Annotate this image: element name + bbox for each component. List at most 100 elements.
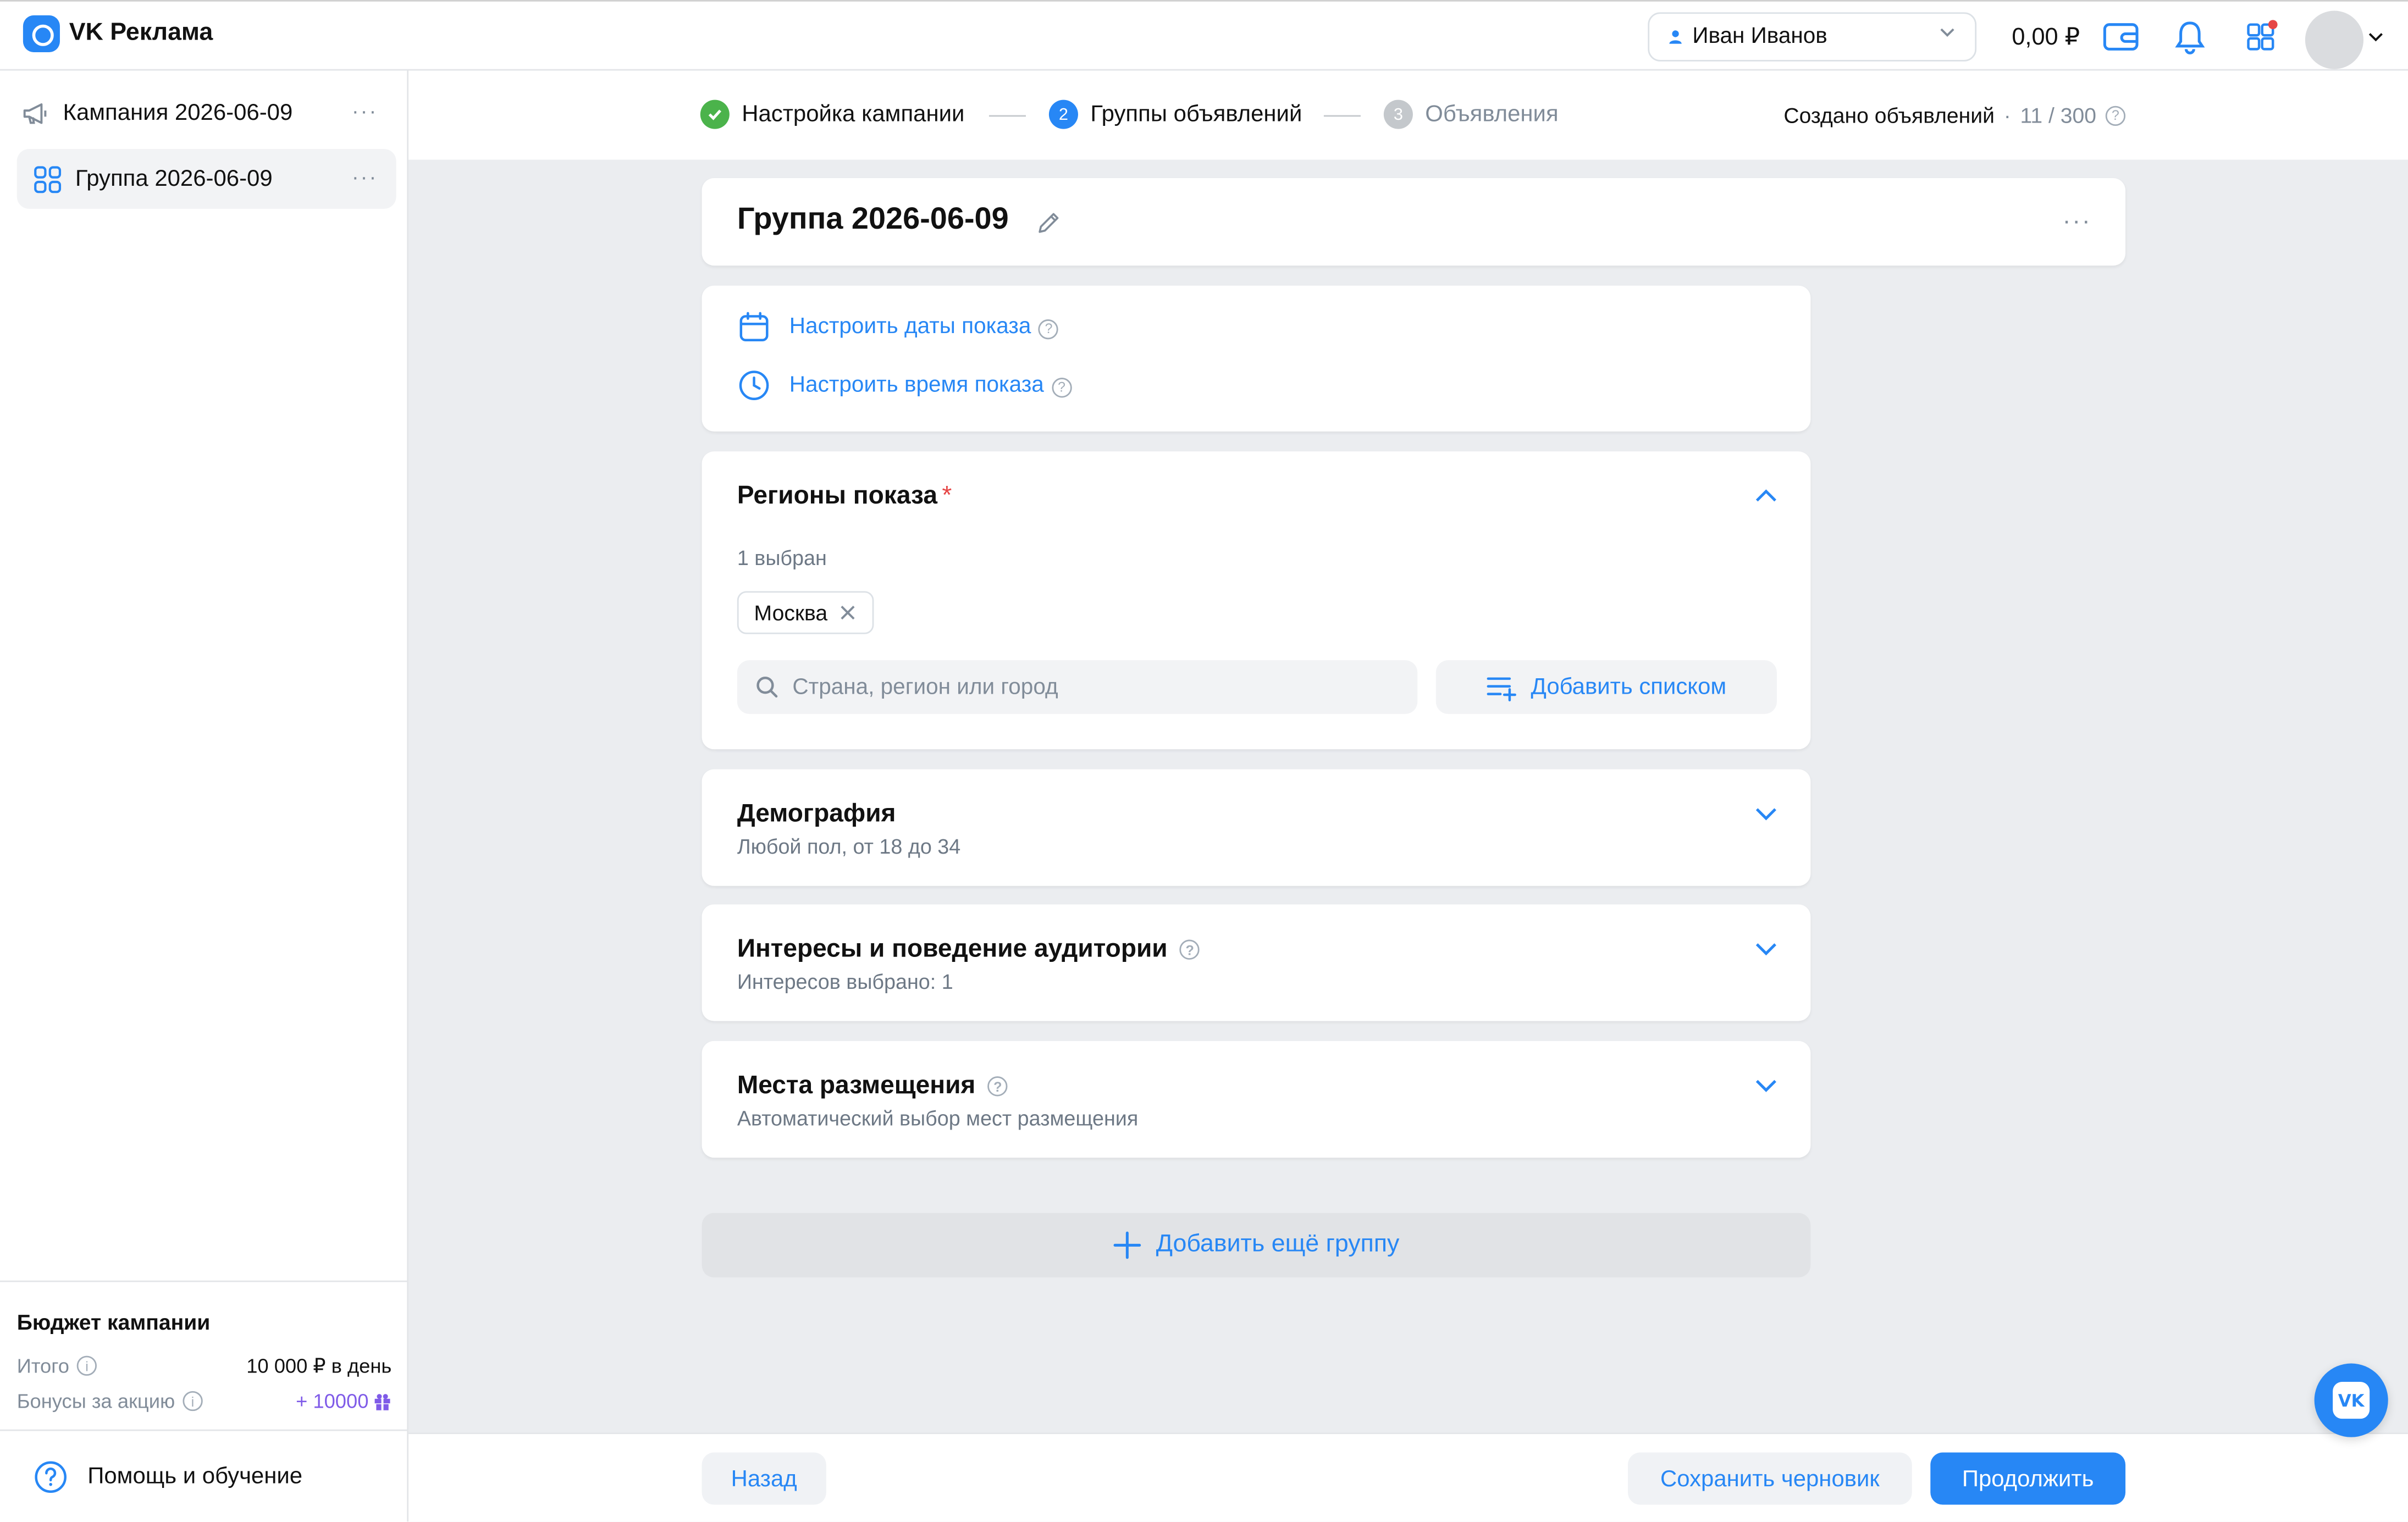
clock-icon	[739, 370, 769, 400]
step-label: Группы объявлений	[1090, 101, 1302, 128]
interests-summary: Интересов выбрано: 1	[737, 970, 953, 994]
help-label: Помощь и обучение	[87, 1463, 303, 1490]
step-number: 3	[1383, 99, 1413, 129]
ads-created-separator: ·	[2003, 103, 2011, 128]
budget-total-row: Итого i 10 000 ₽ в день	[17, 1348, 392, 1383]
region-search-input[interactable]	[792, 674, 1391, 700]
interests-section[interactable]: Интересы и поведение аудитории? Интересо…	[702, 904, 1811, 1021]
chevron-down-icon[interactable]	[1752, 935, 1780, 962]
required-mark: *	[942, 482, 952, 510]
continue-button[interactable]: Продолжить	[1930, 1452, 2126, 1505]
chevron-down-icon[interactable]	[1752, 800, 1780, 827]
ads-created-counter: Создано объявлений · 11 / 300 ?	[1783, 103, 2126, 128]
step-ads[interactable]: 3 Объявления	[1383, 99, 1559, 129]
app-root: VK Реклама Иван Иванов 0,00 ₽ Кампания 2…	[0, 0, 2408, 1522]
set-time-label: Настроить время показа	[789, 373, 1044, 398]
more-icon[interactable]: ···	[2063, 209, 2092, 236]
ads-created-count: 11 / 300	[2020, 103, 2096, 128]
question-icon[interactable]: ?	[1179, 939, 1200, 960]
sidebar-item-label: Кампания 2026-06-09	[63, 99, 293, 126]
chevron-down-icon[interactable]	[2367, 27, 2385, 46]
question-icon[interactable]: ?	[1051, 377, 1072, 397]
interests-title: Интересы и поведение аудитории?	[737, 935, 1200, 964]
budget-total-label: Итого	[16, 1354, 69, 1377]
search-icon	[756, 677, 778, 698]
budget-bonus-label: Бонусы за акцию	[16, 1390, 175, 1413]
step-divider	[1323, 115, 1361, 117]
info-icon[interactable]: i	[183, 1391, 203, 1412]
placements-section[interactable]: Места размещения? Автоматический выбор м…	[702, 1041, 1811, 1158]
question-icon[interactable]: ?	[987, 1076, 1008, 1097]
help-icon	[35, 1460, 67, 1492]
regions-card: Регионы показа * 1 выбран Москва Страна,…	[702, 451, 1811, 750]
app-title: VK Реклама	[69, 20, 213, 46]
region-chip-label: Москва	[754, 600, 828, 625]
more-icon[interactable]: ···	[352, 100, 378, 121]
step-label: Настройка кампании	[742, 101, 965, 128]
grid-icon	[34, 165, 62, 192]
add-list-label: Добавить списком	[1531, 674, 1727, 700]
add-group-button[interactable]: Добавить ещё группу	[702, 1213, 1811, 1278]
account-name: Иван Иванов	[1692, 24, 1827, 49]
sidebar: Кампания 2026-06-09 ··· Группа 2026-06-0…	[0, 70, 409, 1522]
calendar-icon	[739, 312, 769, 341]
placements-title: Места размещения?	[737, 1072, 1008, 1101]
schedule-card: Настроить даты показа? Настроить время п…	[702, 285, 1811, 431]
add-list-button[interactable]: Добавить списком	[1435, 660, 1777, 714]
app-logo[interactable]: VK Реклама	[23, 15, 213, 52]
pencil-icon[interactable]	[1035, 209, 1063, 236]
help-link[interactable]: Помощь и обучение	[0, 1429, 409, 1522]
avatar[interactable]	[2305, 10, 2364, 69]
info-icon[interactable]: i	[76, 1355, 97, 1376]
vk-chat-button[interactable]: VK	[2314, 1363, 2388, 1437]
region-search[interactable]	[737, 660, 1418, 714]
group-title-card: Группа 2026-06-09 ···	[702, 178, 2126, 266]
demography-summary: Любой пол, от 18 до 34	[737, 835, 961, 859]
chevron-down-icon[interactable]	[1752, 1072, 1780, 1099]
top-bar: VK Реклама Иван Иванов 0,00 ₽	[0, 0, 2408, 71]
region-chip[interactable]: Москва	[737, 591, 874, 634]
question-icon[interactable]: ?	[2105, 105, 2126, 125]
budget-bonus-value: + 10000	[296, 1390, 369, 1413]
footer-bar: Назад Сохранить черновик Продолжить	[408, 1432, 2408, 1522]
vk-logo-icon: VK	[2333, 1382, 2370, 1419]
back-button[interactable]: Назад	[702, 1452, 826, 1505]
placements-summary: Автоматический выбор мест размещения	[737, 1107, 1139, 1130]
gift-icon	[374, 1393, 390, 1410]
sidebar-item-label: Группа 2026-06-09	[75, 165, 273, 192]
plus-icon	[1113, 1231, 1141, 1259]
interests-title-text: Интересы и поведение аудитории	[737, 935, 1168, 963]
step-campaign-settings[interactable]: Настройка кампании	[700, 99, 965, 129]
account-select[interactable]: Иван Иванов	[1648, 12, 1977, 62]
check-circle-icon	[700, 99, 730, 129]
save-draft-button[interactable]: Сохранить черновик	[1628, 1452, 1912, 1505]
chevron-up-icon[interactable]	[1752, 482, 1780, 510]
set-dates-link[interactable]: Настроить даты показа?	[737, 310, 1059, 344]
list-add-icon	[1487, 677, 1516, 701]
main-content: Настройка кампании 2 Группы объявлений 3…	[408, 70, 2408, 1522]
regions-title: Регионы показа *	[737, 482, 952, 511]
sidebar-item-campaign[interactable]: Кампания 2026-06-09 ···	[17, 83, 396, 143]
placements-title-text: Места размещения	[737, 1071, 976, 1100]
apps-grid-icon[interactable]	[2244, 19, 2280, 56]
step-divider	[988, 115, 1026, 117]
question-icon[interactable]: ?	[1039, 318, 1059, 339]
more-icon[interactable]: ···	[352, 166, 378, 187]
stepper: Настройка кампании 2 Группы объявлений 3…	[408, 70, 2408, 160]
close-icon[interactable]	[838, 604, 857, 622]
bell-icon[interactable]	[2172, 19, 2208, 56]
budget-title: Бюджет кампании	[16, 1309, 211, 1335]
regions-title-text: Регионы показа	[737, 482, 937, 510]
step-ad-groups[interactable]: 2 Группы объявлений	[1048, 99, 1302, 129]
sidebar-item-group[interactable]: Группа 2026-06-09 ···	[16, 148, 396, 209]
demography-section[interactable]: Демография Любой пол, от 18 до 34	[702, 769, 1811, 886]
group-title: Группа 2026-06-09	[737, 202, 1009, 237]
step-number: 2	[1048, 99, 1078, 129]
wallet-icon[interactable]	[2102, 19, 2139, 56]
user-icon	[1669, 30, 1682, 44]
megaphone-icon	[23, 102, 47, 124]
chevron-down-icon	[1940, 28, 1954, 37]
set-time-link[interactable]: Настроить время показа?	[737, 368, 1072, 402]
balance-value[interactable]: 0,00 ₽	[2012, 23, 2080, 52]
vk-ads-logo-icon	[23, 15, 60, 52]
